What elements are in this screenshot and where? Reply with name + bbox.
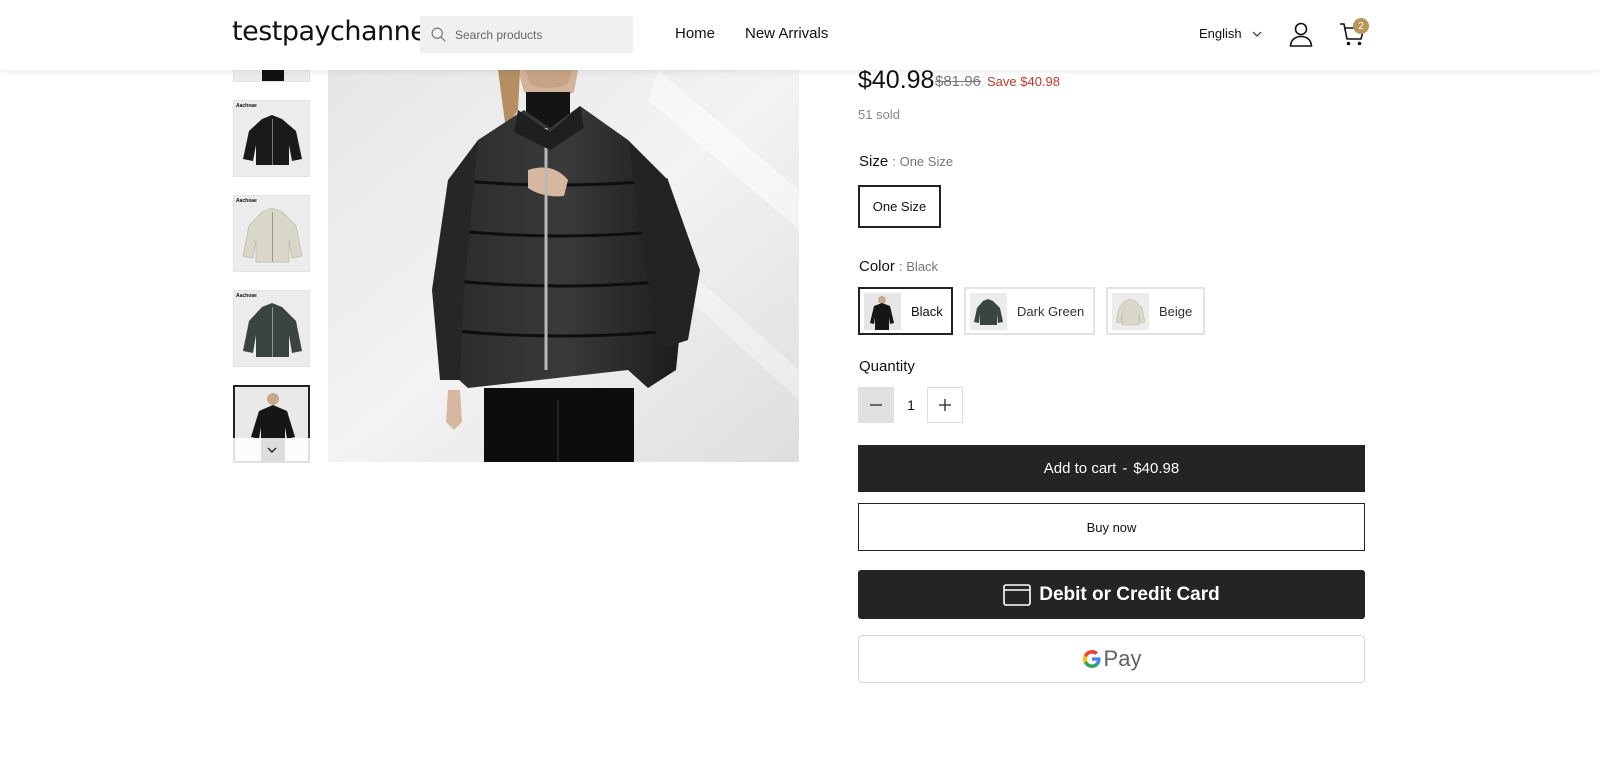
gallery-thumbnail-3[interactable]: Aachoae: [233, 195, 310, 272]
thumbnail-brand: Aachoae: [236, 293, 257, 299]
chevron-down-icon: [1252, 31, 1262, 37]
product-photo: [328, 70, 799, 462]
savings-label: Save $40.98: [987, 74, 1061, 89]
color-label: Color: [859, 258, 895, 275]
swatch-black-image: [864, 292, 901, 330]
gpay-label: Pay: [1103, 646, 1142, 671]
jacket-dark-green-image: [243, 303, 302, 357]
add-to-cart-button[interactable]: Add to cart - $40.98: [858, 445, 1365, 492]
size-label: Size: [859, 153, 889, 170]
color-option-label: Beige: [1159, 303, 1193, 319]
plus-icon: [939, 399, 951, 411]
gallery-next-button[interactable]: [233, 438, 310, 463]
swatch-beige-image: [1112, 292, 1149, 330]
color-selected-value: : Black: [899, 259, 939, 274]
credit-card-icon: [1003, 583, 1032, 606]
quantity-increase-button[interactable]: [927, 387, 963, 423]
size-option-one-size[interactable]: One Size: [858, 185, 941, 228]
sold-count: 51 sold: [858, 107, 900, 122]
swatch-dark-green-image: [970, 292, 1007, 330]
account-icon[interactable]: [1288, 21, 1314, 47]
gallery-thumbnail-4[interactable]: Aachoae: [233, 290, 310, 367]
cart-count-badge: 2: [1353, 18, 1369, 34]
color-option-label: Black: [911, 303, 943, 319]
color-option-dark-green[interactable]: Dark Green: [964, 287, 1095, 335]
color-option-beige[interactable]: Beige: [1106, 287, 1205, 335]
jacket-beige-image: [242, 207, 303, 263]
size-selected-value: : One Size: [892, 154, 954, 169]
quantity-decrease-button[interactable]: [858, 387, 894, 423]
quantity-input[interactable]: [899, 387, 923, 423]
buy-now-button[interactable]: Buy now: [858, 503, 1365, 551]
debit-credit-card-button[interactable]: Debit or Credit Card: [858, 570, 1365, 619]
product-price: $40.98: [858, 66, 935, 94]
nav-new-arrivals[interactable]: New Arrivals: [745, 25, 828, 42]
compare-at-price: $81.96: [935, 73, 981, 90]
gallery-thumbnail-2[interactable]: Aachoae: [233, 100, 310, 177]
quantity-label: Quantity: [859, 358, 915, 375]
color-option-label: Dark Green: [1017, 303, 1085, 319]
language-selector[interactable]: English: [1199, 26, 1262, 41]
search-box[interactable]: [420, 16, 633, 53]
minus-icon: [870, 404, 882, 406]
jacket-black-image: [243, 115, 302, 165]
color-swatch: [864, 292, 901, 330]
color-swatch: [1112, 292, 1149, 330]
google-g-icon: [1082, 650, 1101, 668]
color-option-black[interactable]: Black: [858, 287, 953, 335]
google-pay-button[interactable]: Pay: [858, 635, 1365, 683]
color-swatch: [970, 292, 1007, 330]
chevron-down-icon: [267, 447, 276, 453]
add-to-cart-price: $40.98: [1133, 460, 1180, 477]
search-input[interactable]: [455, 27, 625, 42]
main-product-image[interactable]: [328, 70, 799, 462]
nav-home[interactable]: Home: [675, 25, 715, 42]
thumbnail-brand: Aachoae: [236, 198, 257, 204]
store-logo[interactable]: testpaychannel: [232, 16, 434, 47]
size-option-label: Size : One Size: [859, 153, 953, 170]
add-to-cart-label: Add to cart: [1043, 460, 1117, 477]
search-icon: [431, 27, 446, 42]
thumbnail-brand: Aachoae: [236, 103, 257, 109]
color-option-label: Color : Black: [859, 258, 938, 275]
language-label: English: [1199, 26, 1242, 41]
add-to-cart-separator: -: [1122, 460, 1128, 477]
site-header: testpaychannel Home New Arrivals English…: [0, 0, 1600, 70]
card-button-label: Debit or Credit Card: [1039, 583, 1220, 605]
